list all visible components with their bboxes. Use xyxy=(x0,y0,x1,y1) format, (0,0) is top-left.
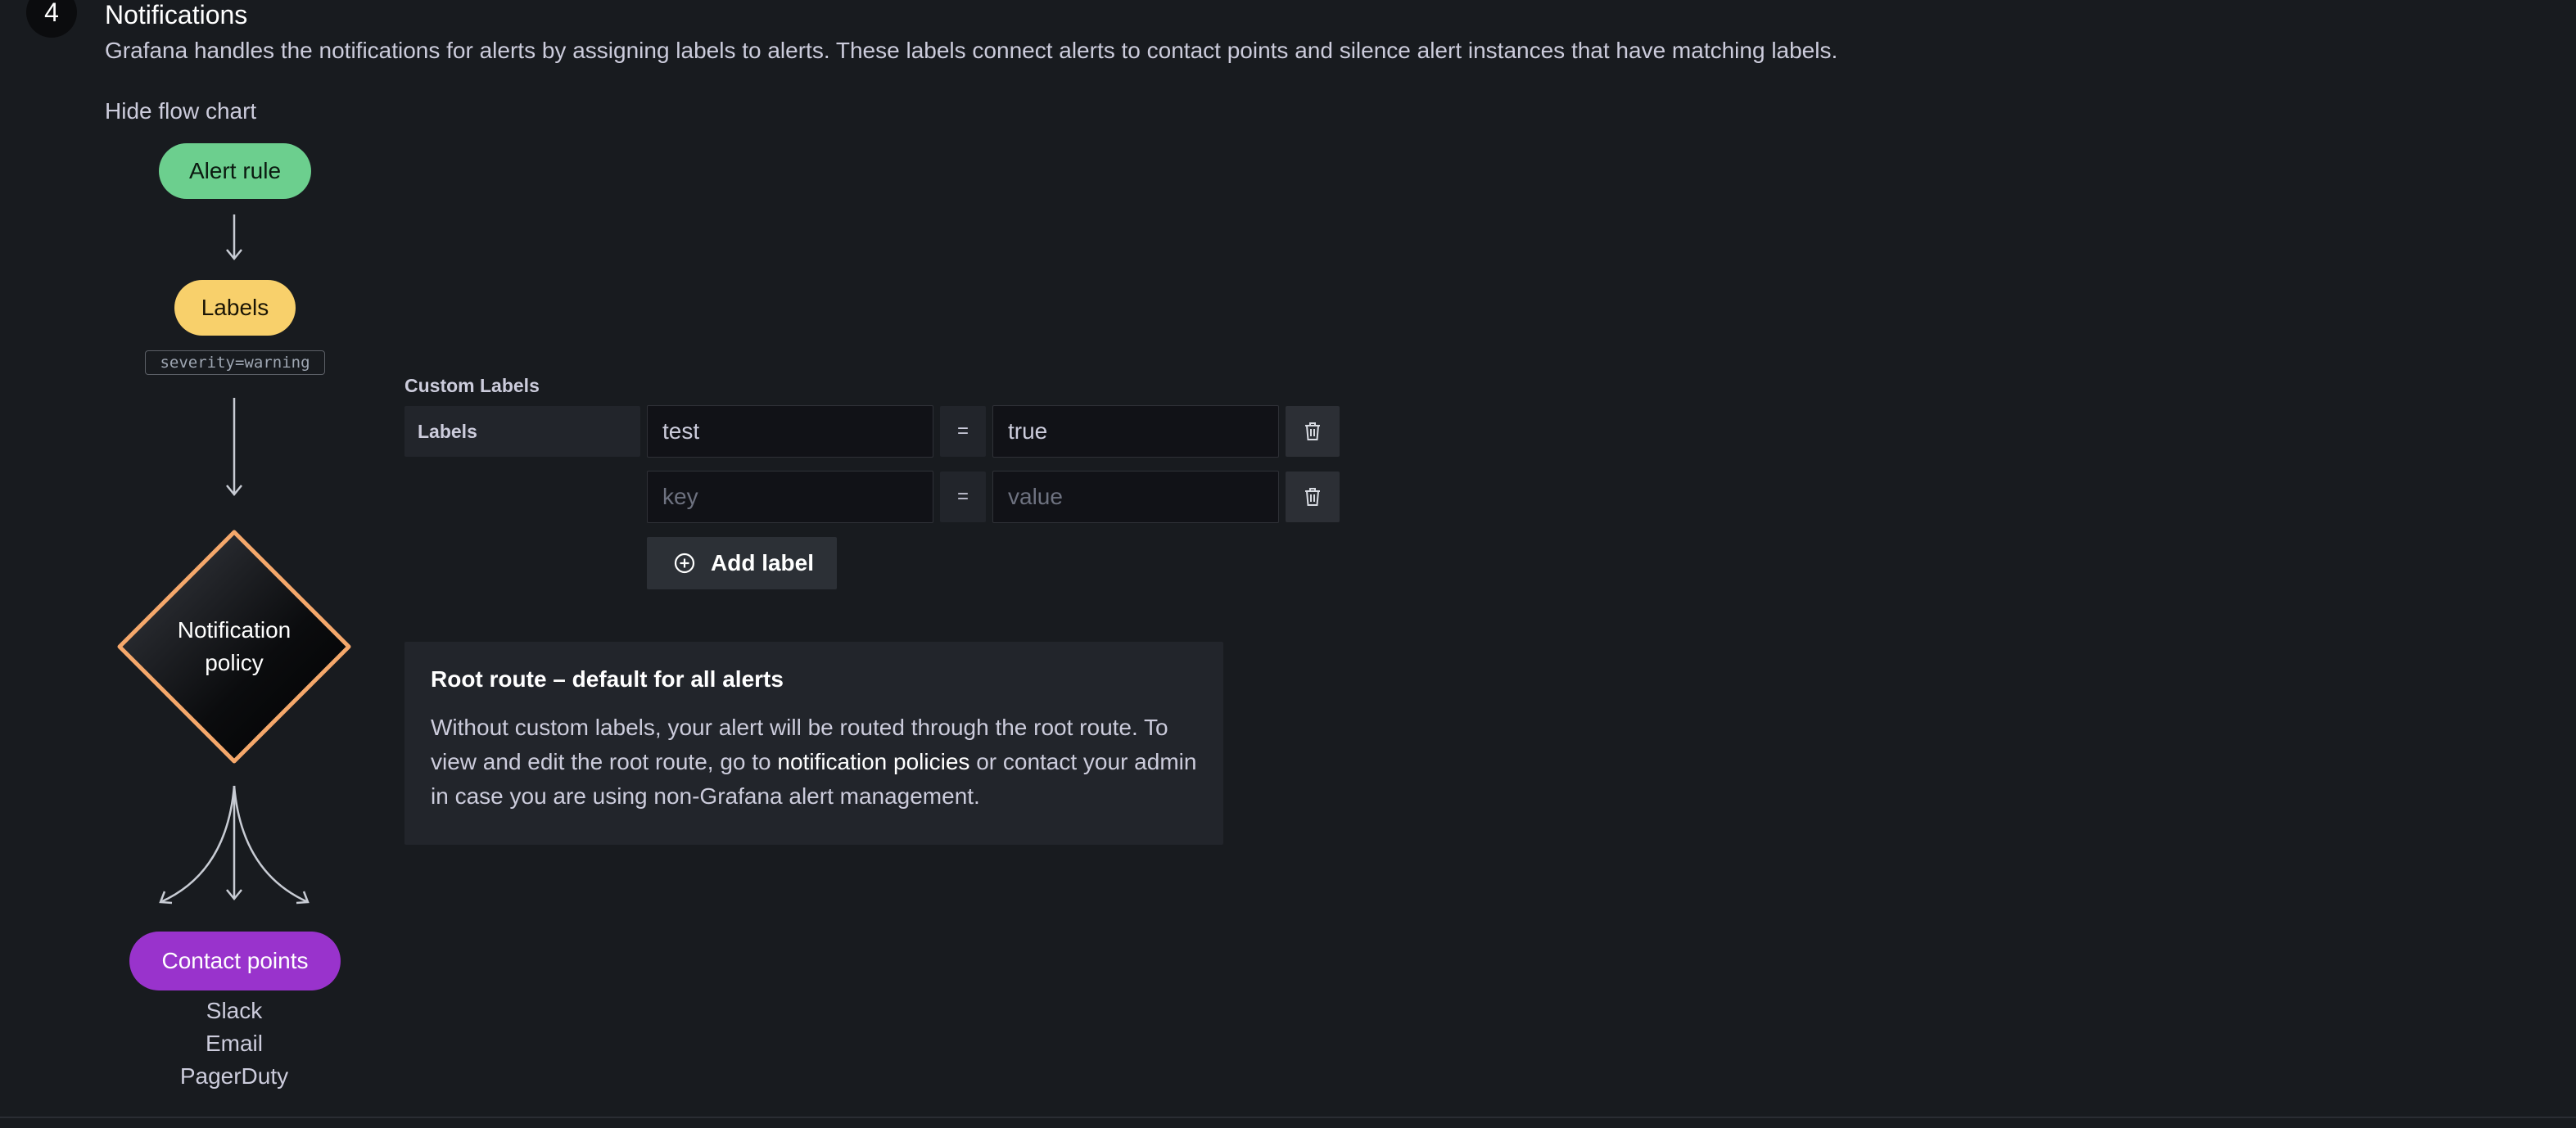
add-label-button[interactable]: Add label xyxy=(647,537,837,589)
notification-policy-label: Notification policy xyxy=(152,614,316,679)
policy-label-line2: policy xyxy=(205,650,264,675)
contact-item-slack: Slack xyxy=(206,998,263,1023)
trash-icon xyxy=(1305,422,1320,440)
contact-points-list: Slack Email PagerDuty xyxy=(152,995,316,1093)
labels-node: Labels xyxy=(174,280,296,336)
arrow-down-1 xyxy=(226,214,242,260)
contact-item-email: Email xyxy=(205,1031,263,1056)
fan-arrows xyxy=(159,785,310,905)
label-key-input-1[interactable] xyxy=(647,405,933,458)
policy-label-line1: Notification xyxy=(177,617,291,643)
equals-sign-2: = xyxy=(940,472,986,522)
labels-row-header: Labels xyxy=(404,406,640,457)
root-route-info-box: Root route – default for all alerts With… xyxy=(404,642,1223,845)
notifications-section: 4 Notifications Grafana handles the noti… xyxy=(0,0,2576,1128)
bottom-divider xyxy=(0,1117,2576,1128)
label-value-input-1[interactable] xyxy=(992,405,1279,458)
label-key-input-2[interactable] xyxy=(647,471,933,523)
equals-sign-1: = xyxy=(940,406,986,457)
alert-rule-node: Alert rule xyxy=(159,143,311,199)
label-example-chip: severity=warning xyxy=(145,350,325,375)
delete-label-button-1[interactable] xyxy=(1286,406,1340,457)
custom-labels-title: Custom Labels xyxy=(404,375,540,396)
add-label-text: Add label xyxy=(711,550,815,575)
trash-icon xyxy=(1305,488,1320,506)
root-route-title: Root route – default for all alerts xyxy=(431,666,784,692)
notification-policies-link[interactable]: notification policies xyxy=(777,749,969,774)
arrow-down-2 xyxy=(226,398,242,496)
plus-circle-icon xyxy=(674,553,695,574)
contact-item-pagerduty: PagerDuty xyxy=(179,1063,289,1089)
label-value-input-2[interactable] xyxy=(992,471,1279,523)
contact-points-node: Contact points xyxy=(129,932,341,990)
delete-label-button-2[interactable] xyxy=(1286,472,1340,522)
root-route-body: Without custom labels, your alert will b… xyxy=(431,711,1197,814)
